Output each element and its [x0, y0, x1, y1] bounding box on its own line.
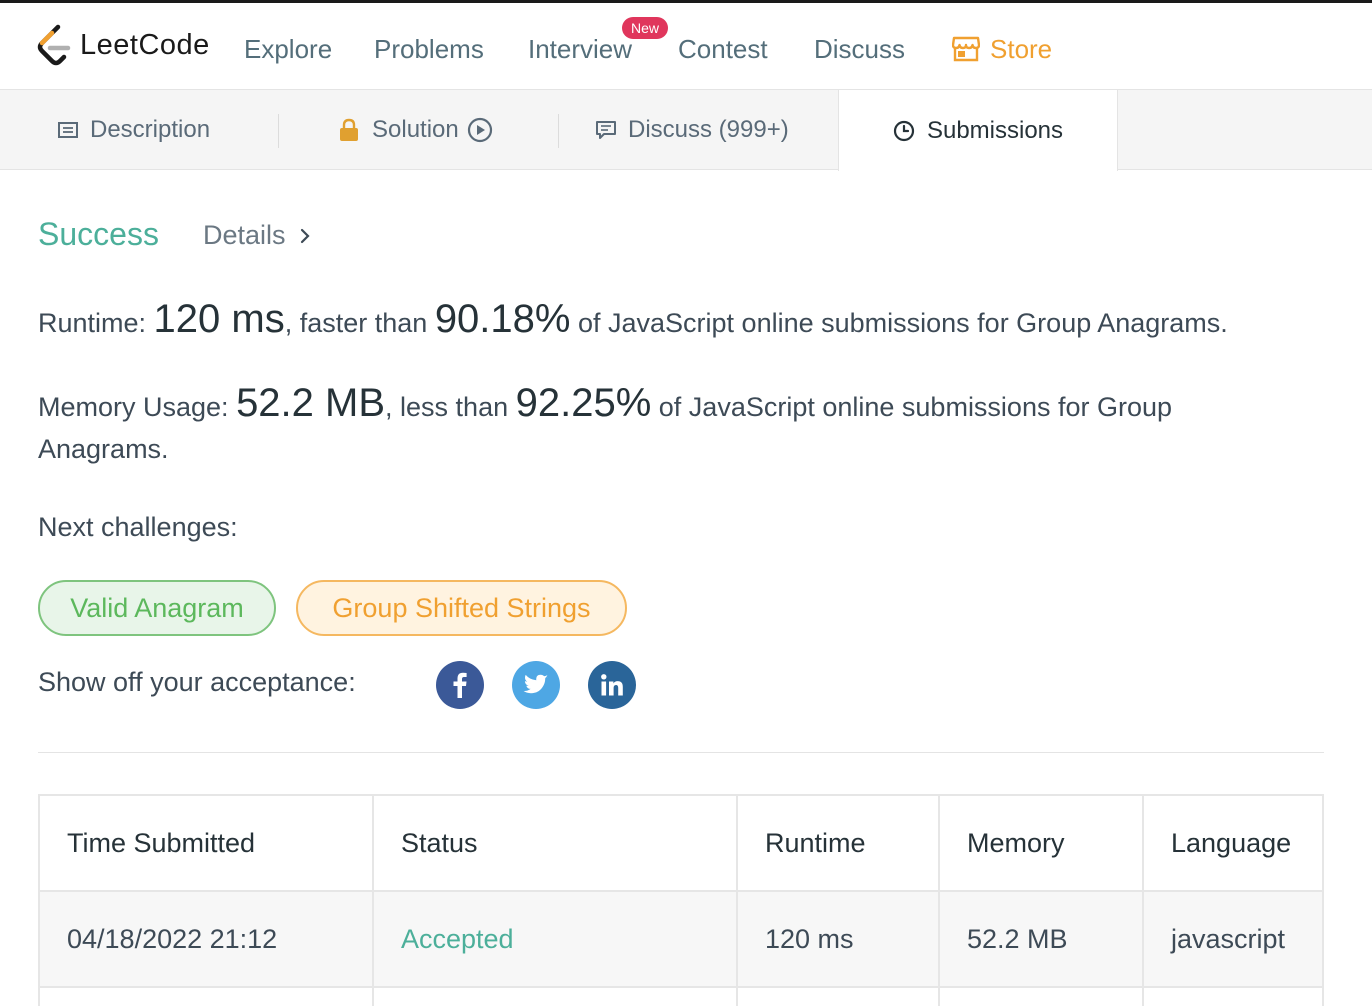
- tab-submissions[interactable]: Submissions: [838, 90, 1118, 171]
- store-label: Store: [990, 34, 1053, 64]
- tab-discuss[interactable]: Discuss (999+): [596, 90, 789, 170]
- submission-status: Success: [38, 216, 159, 252]
- table-cell-language: javascript: [1144, 892, 1322, 988]
- memory-stat-continued: Anagrams.: [38, 434, 169, 464]
- nav-contest[interactable]: Contest: [678, 31, 768, 67]
- tab-discuss-label: Discuss (999+): [628, 116, 789, 143]
- runtime-stat: Runtime: 120 ms, faster than 90.18% of J…: [38, 298, 1228, 344]
- table-row-partial: [374, 988, 738, 1006]
- table-row-partial: [738, 988, 940, 1006]
- nav-interview[interactable]: Interview: [528, 31, 632, 67]
- tab-solution-label: Solution: [372, 116, 459, 143]
- tab-separator: [278, 114, 279, 148]
- challenge-group-shifted-strings[interactable]: Group Shifted Strings: [296, 580, 627, 636]
- table-cell-memory: 52.2 MB: [940, 892, 1144, 988]
- leetcode-logo-icon: [37, 24, 71, 66]
- memory-percent: 92.25%: [515, 381, 652, 425]
- table-row-partial: [40, 988, 374, 1006]
- section-divider: [38, 752, 1324, 753]
- column-header-memory[interactable]: Memory: [940, 796, 1144, 892]
- logo-text: LeetCode: [80, 28, 210, 61]
- runtime-label: Runtime:: [38, 308, 154, 338]
- table-cell-time: 04/18/2022 21:12: [40, 892, 374, 988]
- table-cell-status[interactable]: Accepted: [374, 892, 738, 988]
- nav-discuss[interactable]: Discuss: [814, 31, 905, 67]
- chevron-right-icon: [300, 228, 310, 243]
- nav-explore[interactable]: Explore: [244, 31, 332, 67]
- twitter-icon: [523, 674, 548, 694]
- challenge-valid-anagram[interactable]: Valid Anagram: [38, 580, 276, 636]
- play-circle-icon: [467, 117, 492, 143]
- memory-label: Memory Usage:: [38, 392, 237, 422]
- twitter-share-button[interactable]: [512, 661, 560, 709]
- problem-tabs: Description Solution Discuss (999+) Subm…: [0, 90, 1372, 171]
- tab-separator: [558, 114, 559, 148]
- description-icon: [58, 122, 78, 138]
- tab-solution[interactable]: Solution: [338, 90, 493, 170]
- top-navbar: LeetCode Explore Problems Interview New …: [0, 0, 1372, 90]
- facebook-icon: [453, 672, 467, 698]
- comment-icon: [596, 121, 616, 139]
- details-link[interactable]: Details: [203, 220, 310, 251]
- column-header-status[interactable]: Status: [374, 796, 738, 892]
- linkedin-icon: [601, 674, 623, 696]
- memory-mid: , less than: [385, 392, 516, 422]
- runtime-mid: , faster than: [284, 308, 435, 338]
- next-challenges-label: Next challenges:: [38, 512, 238, 542]
- runtime-percent: 90.18%: [434, 297, 571, 341]
- leetcode-logo[interactable]: LeetCode: [36, 23, 210, 67]
- lock-icon: [340, 118, 358, 141]
- tab-submissions-label: Submissions: [926, 116, 1064, 144]
- runtime-value: 120 ms: [153, 297, 285, 341]
- store-icon: [952, 36, 980, 62]
- clock-icon: [893, 120, 915, 141]
- column-header-runtime[interactable]: Runtime: [738, 796, 940, 892]
- nav-store[interactable]: Store: [952, 31, 1052, 67]
- column-header-time-submitted[interactable]: Time Submitted: [40, 796, 374, 892]
- new-badge: New: [622, 17, 669, 39]
- submissions-table: Time Submitted Status Runtime Memory Lan…: [38, 794, 1324, 1006]
- nav-problems[interactable]: Problems: [374, 31, 484, 67]
- table-row-partial: [1144, 988, 1322, 1006]
- memory-tail: of JavaScript online submissions for Gro…: [651, 392, 1173, 422]
- facebook-share-button[interactable]: [436, 661, 484, 709]
- column-header-language[interactable]: Language: [1144, 796, 1322, 892]
- tab-description-label: Description: [90, 116, 211, 143]
- memory-stat: Memory Usage: 52.2 MB, less than 92.25% …: [38, 382, 1172, 428]
- runtime-tail: of JavaScript online submissions for Gro…: [570, 308, 1228, 338]
- details-label: Details: [203, 220, 286, 250]
- table-cell-runtime: 120 ms: [738, 892, 940, 988]
- memory-value: 52.2 MB: [236, 381, 386, 425]
- share-label: Show off your acceptance:: [38, 667, 356, 697]
- table-row-partial: [940, 988, 1144, 1006]
- tab-description[interactable]: Description: [58, 90, 210, 170]
- linkedin-share-button[interactable]: [588, 661, 636, 709]
